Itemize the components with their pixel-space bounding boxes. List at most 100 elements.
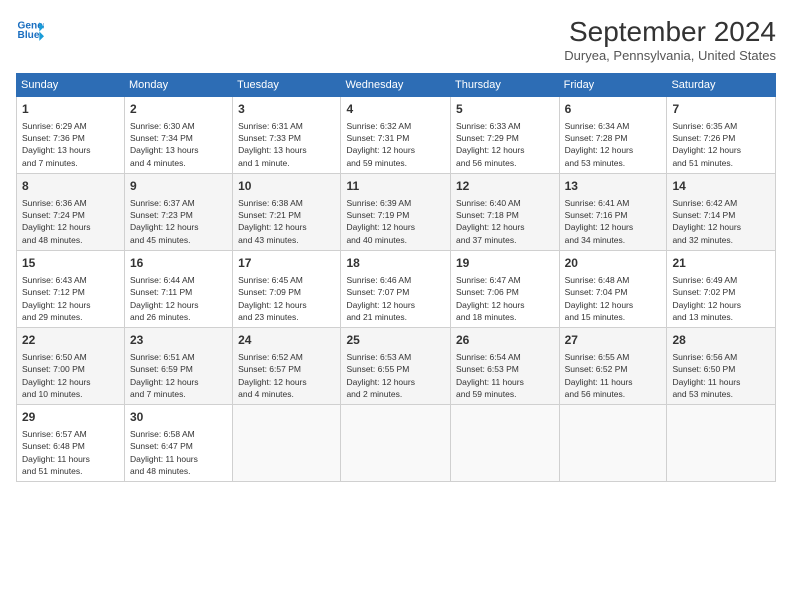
calendar-cell: 30 Sunrise: 6:58 AM Sunset: 6:47 PM Dayli… xyxy=(125,405,233,482)
day-number: 9 xyxy=(130,178,227,195)
calendar-cell: 2 Sunrise: 6:30 AM Sunset: 7:34 PM Daylig… xyxy=(125,97,233,174)
day-number: 22 xyxy=(22,332,119,349)
month-title: September 2024 xyxy=(564,16,776,48)
calendar-cell: 10 Sunrise: 6:38 AM Sunset: 7:21 PM Dayli… xyxy=(233,174,341,251)
calendar-cell: 20Sunrise: 6:48 AM Sunset: 7:04 PM Dayli… xyxy=(559,251,667,328)
day-info: Sunrise: 6:52 AM Sunset: 6:57 PM Dayligh… xyxy=(238,351,335,400)
day-info: Sunrise: 6:58 AM Sunset: 6:47 PM Dayligh… xyxy=(130,428,227,477)
day-info: Sunrise: 6:33 AM Sunset: 7:29 PM Dayligh… xyxy=(456,120,554,169)
day-number: 25 xyxy=(346,332,445,349)
day-info: Sunrise: 6:31 AM Sunset: 7:33 PM Dayligh… xyxy=(238,120,335,169)
day-number: 7 xyxy=(672,101,770,118)
day-number: 19 xyxy=(456,255,554,272)
day-number: 2 xyxy=(130,101,227,118)
calendar-cell: 8 Sunrise: 6:36 AM Sunset: 7:24 PM Daylig… xyxy=(17,174,125,251)
col-header-monday: Monday xyxy=(125,74,233,97)
day-number: 4 xyxy=(346,101,445,118)
calendar-week-2: 8 Sunrise: 6:36 AM Sunset: 7:24 PM Daylig… xyxy=(17,174,776,251)
day-info: Sunrise: 6:54 AM Sunset: 6:53 PM Dayligh… xyxy=(456,351,554,400)
day-info: Sunrise: 6:53 AM Sunset: 6:55 PM Dayligh… xyxy=(346,351,445,400)
day-number: 23 xyxy=(130,332,227,349)
calendar-cell: 3Sunrise: 6:31 AM Sunset: 7:33 PM Daylig… xyxy=(233,97,341,174)
day-info: Sunrise: 6:41 AM Sunset: 7:16 PM Dayligh… xyxy=(565,197,662,246)
day-info: Sunrise: 6:48 AM Sunset: 7:04 PM Dayligh… xyxy=(565,274,662,323)
col-header-thursday: Thursday xyxy=(450,74,559,97)
day-number: 5 xyxy=(456,101,554,118)
calendar-cell: 19 Sunrise: 6:47 AM Sunset: 7:06 PM Dayli… xyxy=(450,251,559,328)
day-info: Sunrise: 6:44 AM Sunset: 7:11 PM Dayligh… xyxy=(130,274,227,323)
calendar-cell: 21 Sunrise: 6:49 AM Sunset: 7:02 PM Dayli… xyxy=(667,251,776,328)
calendar-week-3: 15 Sunrise: 6:43 AM Sunset: 7:12 PM Dayli… xyxy=(17,251,776,328)
calendar-cell: 13 Sunrise: 6:41 AM Sunset: 7:16 PM Dayli… xyxy=(559,174,667,251)
location: Duryea, Pennsylvania, United States xyxy=(564,48,776,63)
calendar-cell: 5 Sunrise: 6:33 AM Sunset: 7:29 PM Daylig… xyxy=(450,97,559,174)
day-number: 27 xyxy=(565,332,662,349)
day-number: 12 xyxy=(456,178,554,195)
calendar-week-1: 1Sunrise: 6:29 AM Sunset: 7:36 PM Daylig… xyxy=(17,97,776,174)
day-info: Sunrise: 6:50 AM Sunset: 7:00 PM Dayligh… xyxy=(22,351,119,400)
day-info: Sunrise: 6:46 AM Sunset: 7:07 PM Dayligh… xyxy=(346,274,445,323)
day-info: Sunrise: 6:34 AM Sunset: 7:28 PM Dayligh… xyxy=(565,120,662,169)
day-info: Sunrise: 6:43 AM Sunset: 7:12 PM Dayligh… xyxy=(22,274,119,323)
day-number: 13 xyxy=(565,178,662,195)
day-number: 28 xyxy=(672,332,770,349)
calendar-cell: 6Sunrise: 6:34 AM Sunset: 7:28 PM Daylig… xyxy=(559,97,667,174)
day-number: 18 xyxy=(346,255,445,272)
calendar-cell: 12 Sunrise: 6:40 AM Sunset: 7:18 PM Dayli… xyxy=(450,174,559,251)
calendar-cell: 1Sunrise: 6:29 AM Sunset: 7:36 PM Daylig… xyxy=(17,97,125,174)
day-number: 21 xyxy=(672,255,770,272)
day-info: Sunrise: 6:32 AM Sunset: 7:31 PM Dayligh… xyxy=(346,120,445,169)
day-info: Sunrise: 6:36 AM Sunset: 7:24 PM Dayligh… xyxy=(22,197,119,246)
calendar-header-row: SundayMondayTuesdayWednesdayThursdayFrid… xyxy=(17,74,776,97)
calendar-cell xyxy=(341,405,451,482)
day-info: Sunrise: 6:35 AM Sunset: 7:26 PM Dayligh… xyxy=(672,120,770,169)
calendar-cell: 29Sunrise: 6:57 AM Sunset: 6:48 PM Dayli… xyxy=(17,405,125,482)
day-number: 17 xyxy=(238,255,335,272)
day-number: 24 xyxy=(238,332,335,349)
day-number: 10 xyxy=(238,178,335,195)
calendar-cell: 9Sunrise: 6:37 AM Sunset: 7:23 PM Daylig… xyxy=(125,174,233,251)
calendar-cell: 28 Sunrise: 6:56 AM Sunset: 6:50 PM Dayli… xyxy=(667,328,776,405)
svg-text:Blue: Blue xyxy=(18,30,40,41)
day-number: 15 xyxy=(22,255,119,272)
col-header-sunday: Sunday xyxy=(17,74,125,97)
logo: General Blue xyxy=(16,16,44,44)
calendar-cell xyxy=(667,405,776,482)
calendar-cell: 17 Sunrise: 6:45 AM Sunset: 7:09 PM Dayli… xyxy=(233,251,341,328)
day-info: Sunrise: 6:40 AM Sunset: 7:18 PM Dayligh… xyxy=(456,197,554,246)
calendar-cell: 22 Sunrise: 6:50 AM Sunset: 7:00 PM Dayli… xyxy=(17,328,125,405)
day-number: 16 xyxy=(130,255,227,272)
title-block: September 2024 Duryea, Pennsylvania, Uni… xyxy=(564,16,776,63)
calendar-cell: 15 Sunrise: 6:43 AM Sunset: 7:12 PM Dayli… xyxy=(17,251,125,328)
day-info: Sunrise: 6:47 AM Sunset: 7:06 PM Dayligh… xyxy=(456,274,554,323)
logo-icon: General Blue xyxy=(16,16,44,44)
calendar-cell: 16 Sunrise: 6:44 AM Sunset: 7:11 PM Dayli… xyxy=(125,251,233,328)
day-info: Sunrise: 6:29 AM Sunset: 7:36 PM Dayligh… xyxy=(22,120,119,169)
calendar-week-4: 22 Sunrise: 6:50 AM Sunset: 7:00 PM Dayli… xyxy=(17,328,776,405)
day-info: Sunrise: 6:30 AM Sunset: 7:34 PM Dayligh… xyxy=(130,120,227,169)
calendar-cell: 7 Sunrise: 6:35 AM Sunset: 7:26 PM Daylig… xyxy=(667,97,776,174)
calendar-cell xyxy=(559,405,667,482)
day-number: 14 xyxy=(672,178,770,195)
day-number: 29 xyxy=(22,409,119,426)
day-info: Sunrise: 6:55 AM Sunset: 6:52 PM Dayligh… xyxy=(565,351,662,400)
col-header-wednesday: Wednesday xyxy=(341,74,451,97)
day-info: Sunrise: 6:49 AM Sunset: 7:02 PM Dayligh… xyxy=(672,274,770,323)
day-number: 30 xyxy=(130,409,227,426)
calendar-cell xyxy=(450,405,559,482)
col-header-friday: Friday xyxy=(559,74,667,97)
calendar-cell: 24 Sunrise: 6:52 AM Sunset: 6:57 PM Dayli… xyxy=(233,328,341,405)
calendar-cell: 27 Sunrise: 6:55 AM Sunset: 6:52 PM Dayli… xyxy=(559,328,667,405)
calendar-table: SundayMondayTuesdayWednesdayThursdayFrid… xyxy=(16,73,776,482)
day-info: Sunrise: 6:38 AM Sunset: 7:21 PM Dayligh… xyxy=(238,197,335,246)
col-header-saturday: Saturday xyxy=(667,74,776,97)
calendar-cell: 23Sunrise: 6:51 AM Sunset: 6:59 PM Dayli… xyxy=(125,328,233,405)
day-number: 11 xyxy=(346,178,445,195)
day-info: Sunrise: 6:45 AM Sunset: 7:09 PM Dayligh… xyxy=(238,274,335,323)
day-info: Sunrise: 6:56 AM Sunset: 6:50 PM Dayligh… xyxy=(672,351,770,400)
page-header: General Blue September 2024 Duryea, Penn… xyxy=(16,16,776,63)
calendar-cell: 14Sunrise: 6:42 AM Sunset: 7:14 PM Dayli… xyxy=(667,174,776,251)
day-number: 8 xyxy=(22,178,119,195)
calendar-cell: 4 Sunrise: 6:32 AM Sunset: 7:31 PM Daylig… xyxy=(341,97,451,174)
calendar-week-5: 29Sunrise: 6:57 AM Sunset: 6:48 PM Dayli… xyxy=(17,405,776,482)
